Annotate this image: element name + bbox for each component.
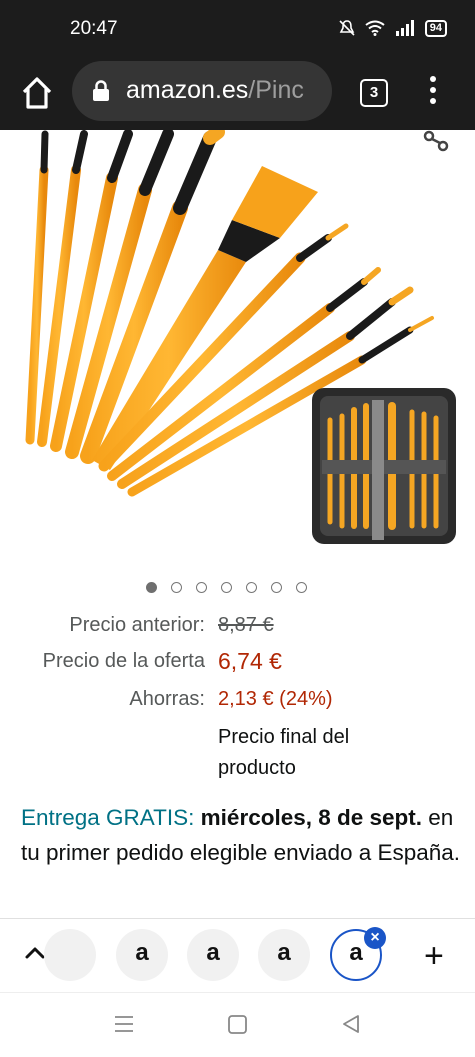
url-domain: amazon.es: [126, 76, 249, 104]
carousel-dot[interactable]: [296, 582, 307, 593]
carousel-dot[interactable]: [196, 582, 207, 593]
carousel-dot[interactable]: [271, 582, 282, 593]
image-carousel-dots: [146, 582, 307, 593]
home-nav-icon[interactable]: [228, 1015, 247, 1034]
delivery-info: Entrega GRATIS: miércoles, 8 de sept. en…: [21, 800, 461, 870]
recents-icon[interactable]: [114, 1015, 134, 1033]
previous-price-value: 8,87 €: [218, 614, 274, 636]
share-icon[interactable]: [423, 130, 451, 152]
deal-price-value: 6,74 €: [218, 648, 282, 674]
savings-label: Ahorras:: [129, 688, 205, 710]
address-bar[interactable]: amazon.es/Pinc: [72, 61, 332, 121]
final-price-note: Precio final del producto: [218, 726, 350, 779]
close-tab-icon[interactable]: ×: [364, 927, 386, 949]
previous-price-label: Precio anterior:: [69, 614, 205, 636]
overflow-menu-icon[interactable]: [426, 76, 440, 110]
savings-value: 2,13 € (24%): [218, 688, 333, 710]
tab-switcher-button[interactable]: 3: [360, 79, 388, 107]
product-image[interactable]: [0, 130, 475, 570]
browser-toolbar: amazon.es/Pinc 3: [0, 58, 475, 130]
new-tab-icon[interactable]: +: [424, 937, 444, 976]
home-icon[interactable]: [20, 75, 54, 111]
tab-thumbnail-amazon[interactable]: a: [116, 929, 168, 981]
deal-price-label: Precio de la oferta: [42, 650, 205, 672]
delivery-date: miércoles, 8 de sept.: [200, 805, 423, 830]
carousel-dot[interactable]: [246, 582, 257, 593]
free-delivery-label[interactable]: Entrega GRATIS:: [21, 805, 194, 830]
tab-thumbnail-amazon[interactable]: a: [258, 929, 310, 981]
brush-set-illustration: [25, 130, 456, 544]
tab-strip: a a a a × +: [0, 918, 475, 993]
url-path: /Pinc: [248, 76, 304, 104]
status-bar: 20:47 94: [0, 0, 475, 58]
wifi-icon: [365, 20, 385, 36]
battery-icon: 94: [424, 19, 447, 37]
status-icons: 94: [339, 19, 447, 37]
carousel-dot[interactable]: [221, 582, 232, 593]
lock-icon: [93, 80, 109, 101]
clock: 20:47: [70, 18, 118, 39]
system-nav-bar: [0, 992, 475, 1057]
carousel-dot[interactable]: [146, 582, 157, 593]
signal-icon: [395, 20, 414, 36]
tab-thumbnail-partial[interactable]: [44, 929, 96, 981]
back-icon[interactable]: [342, 1014, 360, 1034]
carousel-dot[interactable]: [171, 582, 182, 593]
chevron-up-icon[interactable]: [24, 945, 46, 961]
mute-icon: [339, 20, 355, 36]
tab-thumbnail-amazon[interactable]: a: [187, 929, 239, 981]
